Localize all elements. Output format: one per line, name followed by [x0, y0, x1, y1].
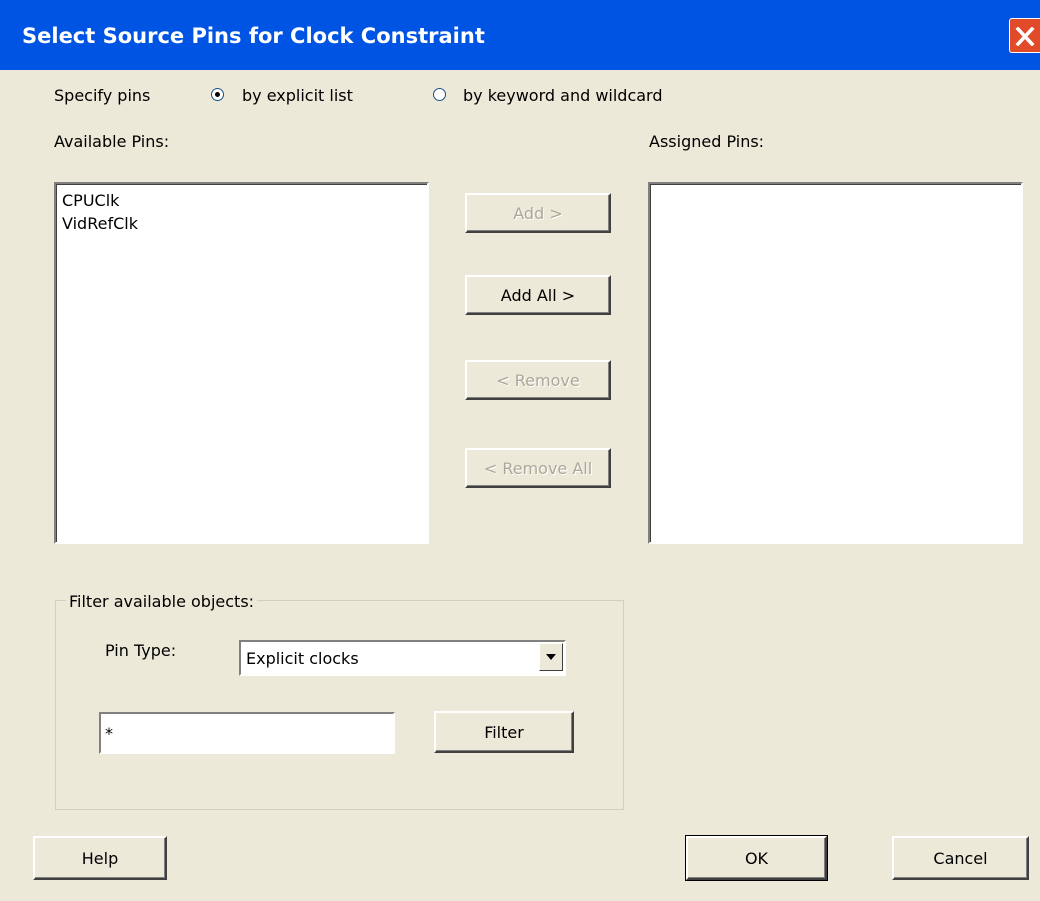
- cancel-button[interactable]: Cancel: [892, 836, 1029, 880]
- remove-all-button[interactable]: < Remove All: [465, 448, 611, 488]
- add-all-button[interactable]: Add All >: [465, 275, 611, 315]
- assigned-pins-label: Assigned Pins:: [649, 132, 765, 151]
- radio-explicit-list-label[interactable]: by explicit list: [242, 86, 353, 105]
- radio-explicit-list[interactable]: [211, 88, 224, 101]
- radio-dot: [215, 92, 220, 97]
- add-button[interactable]: Add >: [465, 193, 611, 233]
- help-button[interactable]: Help: [33, 836, 167, 880]
- close-button[interactable]: [1009, 18, 1040, 53]
- list-item[interactable]: VidRefClk: [62, 214, 138, 233]
- title-bar: Select Source Pins for Clock Constraint: [0, 0, 1040, 70]
- window-title: Select Source Pins for Clock Constraint: [22, 24, 485, 48]
- available-pins-label: Available Pins:: [54, 132, 170, 151]
- chevron-down-icon: [546, 654, 556, 660]
- pin-type-label: Pin Type:: [105, 641, 177, 660]
- filter-button[interactable]: Filter: [434, 711, 574, 753]
- filter-groupbox: [55, 600, 624, 810]
- filter-groupbox-label: Filter available objects:: [66, 592, 258, 611]
- radio-keyword-wildcard[interactable]: [433, 88, 446, 101]
- list-item[interactable]: CPUClk: [62, 191, 119, 210]
- remove-button[interactable]: < Remove: [465, 360, 611, 400]
- ok-button[interactable]: OK: [685, 835, 828, 881]
- pin-type-value: Explicit clocks: [246, 649, 359, 668]
- specify-pins-label: Specify pins: [54, 86, 151, 105]
- assigned-pins-list[interactable]: [648, 182, 1023, 544]
- pin-type-select[interactable]: Explicit clocks: [239, 640, 566, 676]
- dropdown-button[interactable]: [539, 643, 563, 671]
- radio-keyword-wildcard-label[interactable]: by keyword and wildcard: [463, 86, 663, 105]
- close-icon: [1015, 27, 1035, 46]
- available-pins-list[interactable]: CPUClk VidRefClk: [54, 182, 429, 544]
- filter-pattern-input[interactable]: [99, 712, 395, 754]
